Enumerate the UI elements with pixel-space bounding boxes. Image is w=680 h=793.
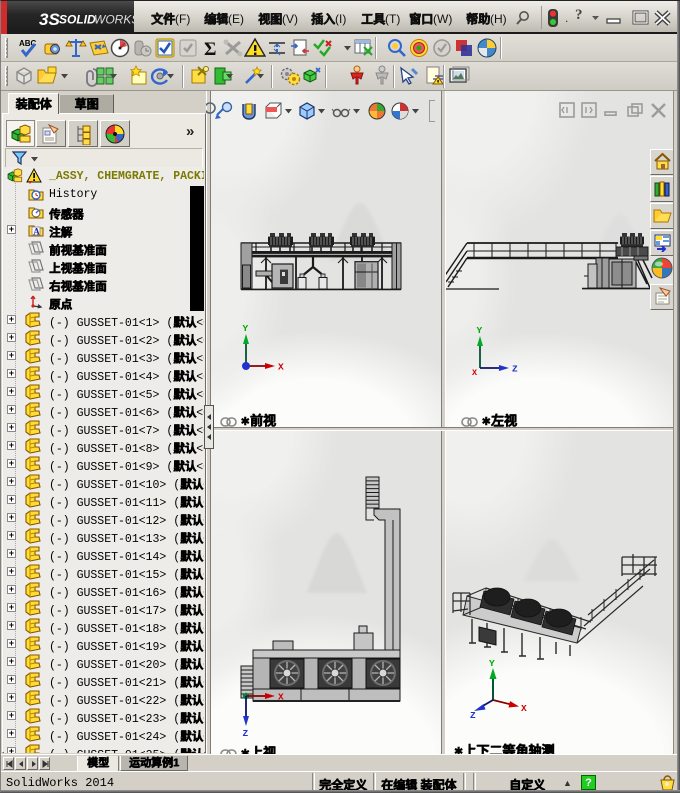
svg-text:Y: Y bbox=[477, 325, 483, 336]
svg-text:WORKS: WORKS bbox=[94, 13, 134, 27]
svg-text:X: X bbox=[472, 368, 478, 378]
svg-text:Y: Y bbox=[243, 323, 249, 334]
svg-text:X: X bbox=[278, 692, 284, 703]
svg-text:Z: Z bbox=[512, 364, 518, 375]
svg-text:3S: 3S bbox=[39, 10, 60, 29]
svg-text:A: A bbox=[33, 227, 40, 237]
svg-text:Z: Z bbox=[243, 728, 249, 737]
svg-text:SOLID: SOLID bbox=[59, 13, 96, 27]
svg-text:Σ: Σ bbox=[204, 39, 216, 59]
svg-text:Z: Z bbox=[470, 710, 476, 718]
svg-text:X: X bbox=[521, 703, 527, 714]
svg-text:X: X bbox=[278, 362, 284, 373]
svg-text:Y: Y bbox=[489, 658, 495, 669]
